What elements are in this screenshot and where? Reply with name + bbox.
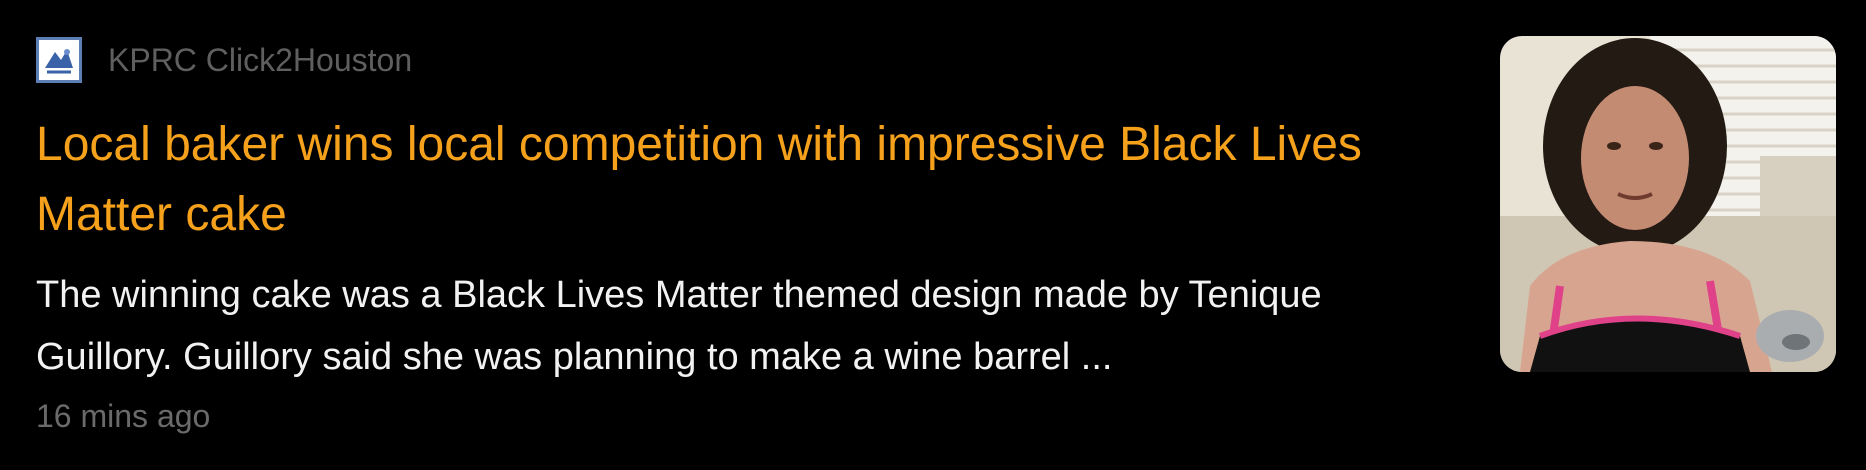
kprc-logo-icon bbox=[36, 37, 82, 83]
timestamp: 16 mins ago bbox=[36, 398, 211, 434]
headline-link[interactable]: Local baker wins local competition with … bbox=[36, 110, 1436, 250]
source-row: KPRC Click2Houston bbox=[36, 36, 412, 84]
news-photo-thumbnail[interactable] bbox=[1500, 36, 1836, 372]
news-card[interactable]: KPRC Click2Houston Local baker wins loca… bbox=[0, 0, 1866, 470]
source-name: KPRC Click2Houston bbox=[108, 42, 413, 78]
article-snippet: The winning cake was a Black Lives Matte… bbox=[36, 274, 1322, 378]
